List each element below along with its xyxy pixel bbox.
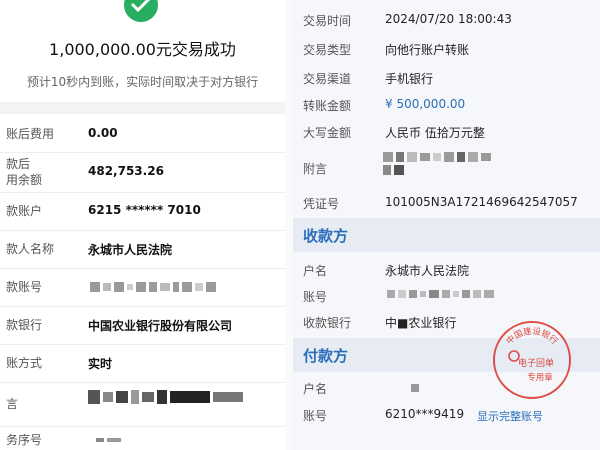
row-value: 永城市人民法院: [88, 243, 173, 257]
redacted-payer-name-mosaic: [411, 384, 419, 392]
row-value: 6215 ****** 7010: [88, 203, 201, 217]
detail-row-payee-bank: 款银行 中国农业银行股份有限公司: [0, 306, 285, 345]
row-value: 0.00: [88, 126, 118, 140]
row-label: 账方式: [6, 356, 43, 370]
redacted-serial-mosaic: [96, 438, 121, 442]
stamp-top-text: 中国建设银行: [504, 326, 560, 347]
row-value: 向他行账户转账: [385, 43, 470, 57]
row-value: 实时: [88, 357, 113, 371]
redacted-account-mosaic: [90, 282, 216, 292]
row-label: 交易类型: [303, 43, 352, 57]
row-label: 交易时间: [303, 14, 352, 28]
row-label: 款人名称: [6, 242, 55, 256]
detail-row-remark: 言: [0, 382, 285, 427]
panel-divider: [285, 0, 293, 450]
detail-row-serial: 务序号: [0, 426, 285, 450]
row-label: 户名: [303, 382, 328, 396]
row-value: ¥ 500,000.00: [385, 97, 466, 111]
row-label: 大写金额: [303, 126, 352, 140]
row-value: 2024/07/20 18:00:43: [385, 12, 512, 26]
row-value: 中■农业银行: [385, 316, 457, 330]
row-label: 款银行: [6, 318, 43, 332]
svg-text:中国建设银行: 中国建设银行: [504, 326, 560, 347]
detail-row-payer-account: 款账户 6215 ****** 7010: [0, 192, 285, 231]
payer-section-title: 付款方: [303, 347, 349, 365]
detail-row-payee-account: 款账号: [0, 268, 285, 307]
transfer-amount-title: 1,000,000.00元交易成功: [49, 40, 236, 59]
show-full-account-link[interactable]: 显示完整账号: [477, 408, 543, 424]
row-label: 务序号: [6, 433, 43, 447]
row-label: 款账号: [6, 280, 43, 294]
row-label: 户名: [303, 264, 328, 278]
arrival-notice: 预计10秒内到账，实际时间取决于对方银行: [26, 75, 259, 89]
payee-section-title: 收款方: [303, 227, 349, 245]
detail-row-transfer-method: 账方式 实时: [0, 344, 285, 383]
section-gap: [0, 102, 285, 114]
row-value: 手机银行: [385, 72, 434, 86]
bank-seal-stamp: 中国建设银行 电子回单 专用章: [493, 321, 571, 399]
row-label: 账号: [303, 290, 328, 304]
row-label: 凭证号: [303, 197, 340, 211]
row-label: 款账户: [6, 204, 43, 218]
row-value: 482,753.26: [88, 164, 164, 178]
row-value: 中国农业银行股份有限公司: [88, 319, 233, 333]
stamp-bottom-text: 专用章: [527, 372, 553, 383]
row-label: 附言: [303, 162, 328, 176]
row-value: 6210***9419: [385, 407, 465, 421]
row-label: 言: [6, 397, 19, 411]
row-label: 交易渠道: [303, 72, 352, 86]
redacted-payee-account-mosaic: [387, 290, 494, 298]
redacted-remark-mosaic: [383, 152, 493, 175]
row-label: 账号: [303, 409, 328, 423]
row-value: 永城市人民法院: [385, 264, 470, 278]
row-value: 101005N3A1721469642547057: [385, 195, 578, 209]
row-label: 转账金额: [303, 99, 352, 113]
success-check-icon: [124, 0, 158, 22]
row-value: 人民币 伍拾万元整: [385, 126, 485, 140]
row-label: 款后 用余额: [6, 157, 43, 187]
detail-row-payee-name: 款人名称 永城市人民法院: [0, 230, 285, 269]
transfer-success-panel: 1,000,000.00元交易成功 预计10秒内到账，实际时间取决于对方银行 账…: [0, 0, 285, 450]
detail-row-fee: 账后费用 0.00: [0, 114, 285, 153]
row-label: 收款银行: [303, 316, 352, 330]
detail-row-balance: 款后 用余额 482,753.26: [0, 152, 285, 193]
row-label: 账后费用: [6, 127, 55, 141]
stamp-middle-text: 电子回单: [518, 357, 554, 369]
redacted-remark-mosaic: [88, 390, 243, 404]
